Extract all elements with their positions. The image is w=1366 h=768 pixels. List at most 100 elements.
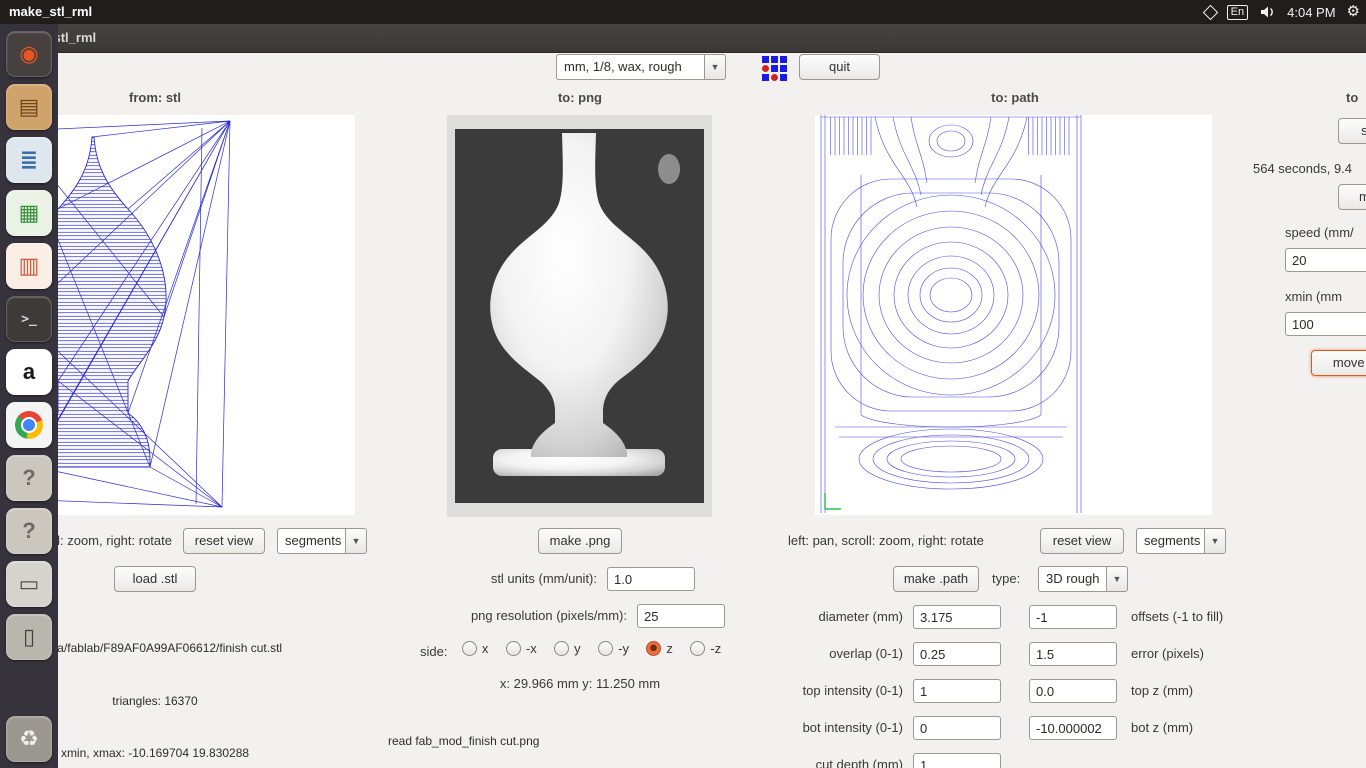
keyboard-layout-indicator[interactable]: En: [1226, 4, 1249, 20]
volume-icon[interactable]: [1259, 4, 1276, 20]
amazon-icon[interactable]: a: [6, 349, 52, 395]
panel-app-title: make_stl_rml: [9, 4, 93, 19]
clock[interactable]: 4:04 PM: [1287, 5, 1335, 20]
diameter-label: diameter (mm): [818, 609, 903, 624]
cut-depth-input[interactable]: [913, 753, 1001, 768]
make-png-button[interactable]: make .png: [538, 528, 622, 554]
terminal-icon[interactable]: >_: [6, 296, 52, 342]
stl-file-path: /media/fablab/F89AF0A99AF06612/finish cu…: [27, 641, 283, 655]
stl-file-info: /media/fablab/F89AF0A99AF06612/finish cu…: [0, 605, 455, 768]
path-viewport[interactable]: [815, 115, 1212, 515]
bot-intensity-label: bot intensity (0-1): [802, 720, 903, 735]
error-input[interactable]: [1029, 642, 1117, 666]
preset-combobox[interactable]: mm, 1/8, wax, rough ▼: [556, 54, 726, 80]
quit-button[interactable]: quit: [799, 54, 880, 80]
path-wireframe: [820, 115, 1082, 513]
speed-input[interactable]: [1285, 248, 1366, 272]
send-button[interactable]: se: [1338, 118, 1366, 144]
make-path-button[interactable]: make .path: [893, 566, 979, 592]
files-icon[interactable]: ▤: [6, 84, 52, 130]
load-stl-button[interactable]: load .stl: [114, 566, 196, 592]
to-rml-header: to: [1346, 90, 1359, 105]
png-feature-dot: [658, 154, 680, 184]
stl-triangles: triangles: 16370: [112, 693, 198, 708]
stl-segments-combobox[interactable]: segments ▼: [277, 528, 367, 554]
radio-selected-icon: [646, 641, 662, 656]
unknown-app-icon[interactable]: ?: [6, 455, 52, 501]
dash-button[interactable]: ◉: [6, 31, 52, 77]
from-stl-header: from: stl: [129, 90, 181, 105]
side-option-neg-x[interactable]: -x: [505, 641, 537, 656]
chevron-down-icon[interactable]: ▼: [1106, 566, 1128, 592]
indicator-icon[interactable]: [1202, 4, 1218, 20]
libreoffice-impress-icon[interactable]: ▥: [6, 243, 52, 289]
overlap-label: overlap (0-1): [829, 646, 903, 661]
stl-reset-view-button[interactable]: reset view: [183, 528, 265, 554]
fabmodules-logo-icon: [762, 56, 787, 81]
stl-units-input[interactable]: [607, 567, 695, 591]
radio-icon: [554, 641, 570, 656]
top-intensity-input[interactable]: [913, 679, 1001, 703]
path-segments-combobox[interactable]: segments ▼: [1136, 528, 1226, 554]
radio-icon: [461, 641, 477, 656]
radio-icon: [505, 641, 521, 656]
stl-units-label: stl units (mm/unit):: [490, 571, 597, 586]
top-intensity-label: top intensity (0-1): [802, 683, 903, 698]
png-file-info: read fab_mod_finish cut.png bit depth: 1…: [388, 698, 595, 768]
top-z-label: top z (mm): [1131, 683, 1194, 698]
desktop: mm, 1/8, wax, rough ▼ quit from: stl to:…: [0, 0, 1366, 768]
path-type-label: type:: [992, 571, 1021, 586]
text-editor-icon[interactable]: ≣: [6, 137, 52, 183]
libreoffice-calc-icon[interactable]: ▦: [6, 190, 52, 236]
png-read-line: read fab_mod_finish cut.png: [388, 734, 540, 748]
make-rml-button[interactable]: ma: [1338, 184, 1366, 210]
bot-z-label: bot z (mm): [1131, 720, 1194, 735]
chrome-icon[interactable]: [6, 402, 52, 448]
trash-icon[interactable]: ♻: [6, 716, 52, 762]
move-to-button[interactable]: move to: [1311, 350, 1366, 376]
session-gear-icon[interactable]: ⚙: [1347, 0, 1360, 24]
side-option-x[interactable]: x: [461, 641, 488, 656]
disk-icon[interactable]: ▭: [6, 561, 52, 607]
side-option-y[interactable]: y: [554, 641, 581, 656]
preset-value[interactable]: mm, 1/8, wax, rough: [556, 54, 704, 80]
to-path-header: to: path: [991, 90, 1039, 105]
png-resolution-label: png resolution (pixels/mm):: [470, 608, 627, 623]
bot-z-input[interactable]: [1029, 716, 1117, 740]
rml-status: 564 seconds, 9.4: [1253, 161, 1353, 176]
window-titlebar[interactable]: make_stl_rml: [0, 24, 1366, 53]
unity-launcher: ◉ ▤ ≣ ▦ ▥ >_ a ? ? ▭ ▯ ♻: [0, 24, 58, 768]
top-panel: make_stl_rml En 4:04 PM ⚙: [0, 0, 1366, 24]
path-type-combobox[interactable]: 3D rough ▼: [1038, 566, 1128, 592]
side-option-z[interactable]: z: [646, 641, 673, 656]
radio-icon: [598, 641, 614, 656]
usb-drive-icon[interactable]: ▯: [6, 614, 52, 660]
path-segments-value[interactable]: segments: [1136, 528, 1204, 554]
path-reset-view-button[interactable]: reset view: [1040, 528, 1124, 554]
offsets-input[interactable]: [1029, 605, 1117, 629]
to-png-header: to: png: [557, 90, 603, 105]
png-viewport[interactable]: [447, 115, 712, 517]
overlap-input[interactable]: [913, 642, 1001, 666]
bot-intensity-input[interactable]: [913, 716, 1001, 740]
diameter-input[interactable]: [913, 605, 1001, 629]
make-stl-rml-window: mm, 1/8, wax, rough ▼ quit from: stl to:…: [0, 52, 1366, 768]
chevron-down-icon[interactable]: ▼: [1204, 528, 1226, 554]
path-type-value[interactable]: 3D rough: [1038, 566, 1106, 592]
chevron-down-icon[interactable]: ▼: [345, 528, 367, 554]
chevron-down-icon[interactable]: ▼: [704, 54, 726, 80]
stl-segments-value[interactable]: segments: [277, 528, 345, 554]
xmin-input[interactable]: [1285, 312, 1366, 336]
top-z-input[interactable]: [1029, 679, 1117, 703]
stl-xrange: xmin, xmax: -10.169704 19.830288: [60, 746, 250, 760]
side-option-neg-y[interactable]: -y: [598, 641, 629, 656]
unknown-app-icon[interactable]: ?: [6, 508, 52, 554]
speed-label: speed (mm/: [1285, 225, 1354, 240]
error-label: error (pixels): [1131, 646, 1204, 661]
offsets-label: offsets (-1 to fill): [1131, 609, 1224, 624]
png-heightmap: [455, 129, 704, 503]
side-label: side:: [420, 644, 448, 659]
png-dimensions: x: 29.966 mm y: 11.250 mm: [499, 676, 661, 691]
path-mouse-hint: left: pan, scroll: zoom, right: rotate: [788, 533, 984, 548]
axis-indicator-icon: [824, 493, 841, 510]
